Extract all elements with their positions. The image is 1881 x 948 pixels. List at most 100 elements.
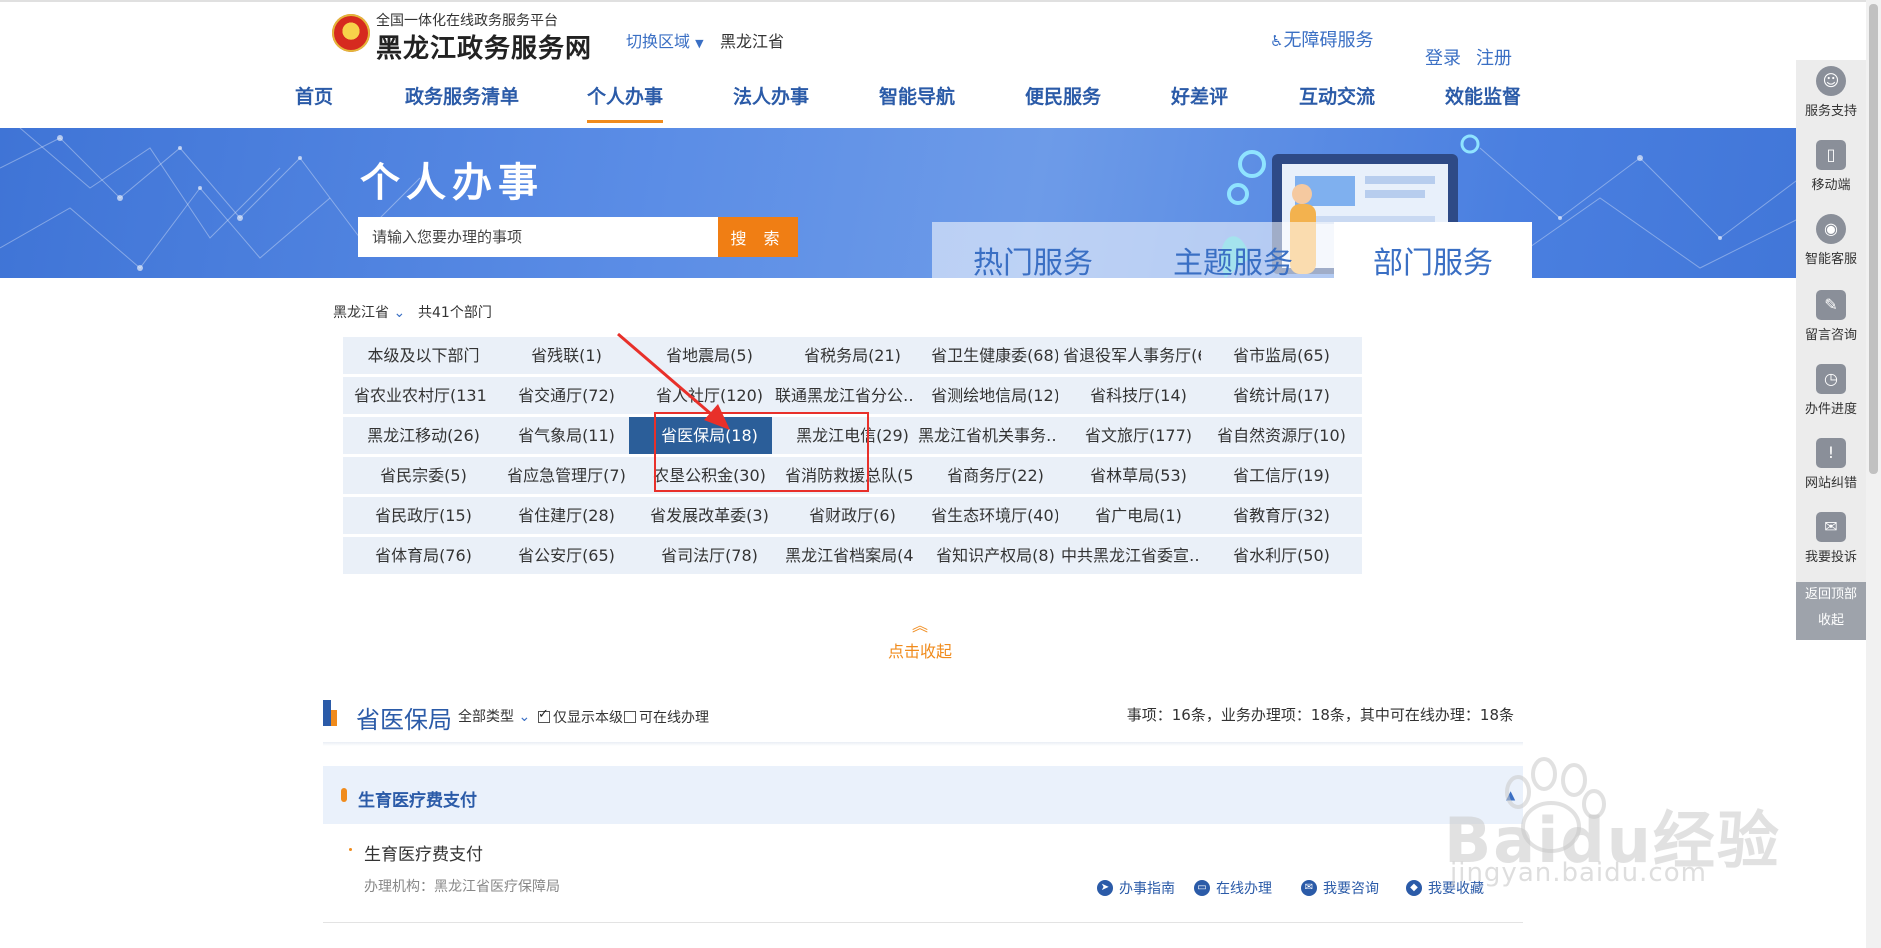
dept-cell[interactable]: 省消防救援总队(5) <box>772 457 933 494</box>
service-item-org: 办理机构：黑龙江省医疗保障局 <box>364 879 560 895</box>
tab-theme-services[interactable]: 主题服务 <box>1173 238 1293 282</box>
dept-cell[interactable]: 中共黑龙江省委宣传... <box>1058 537 1219 574</box>
sidebar-smart-service[interactable]: ◉ 智能客服 <box>1796 214 1866 267</box>
dept-cell[interactable]: 省林草局(53) <box>1058 457 1219 494</box>
section-marker <box>323 700 331 726</box>
checkbox-checked-icon <box>538 707 550 723</box>
dept-cell[interactable]: 省生态环境厅(40) <box>915 497 1076 534</box>
sidebar-mobile[interactable]: ▯ 移动端 <box>1796 140 1866 193</box>
dept-cell[interactable]: 黑龙江省机关事务管... <box>915 417 1076 454</box>
national-emblem-icon <box>332 14 370 52</box>
sidebar-progress[interactable]: ◷ 办件进度 <box>1796 364 1866 417</box>
nav-interaction[interactable]: 互动交流 <box>1299 82 1375 109</box>
dept-cell[interactable]: 省民宗委(5) <box>343 457 504 494</box>
sidebar-service-support[interactable]: ☺ 服务支持 <box>1796 66 1866 119</box>
sidebar-message[interactable]: ✎ 留言咨询 <box>1796 290 1866 343</box>
scrollbar-thumb[interactable] <box>1869 4 1878 474</box>
item-divider <box>323 922 1523 923</box>
double-chevron-up-icon[interactable]: ︽ <box>912 612 928 636</box>
dept-cell[interactable]: 省水利厅(50) <box>1201 537 1362 574</box>
region-switch-dropdown[interactable]: 切换区域 ▼ <box>626 28 704 52</box>
service-item-title[interactable]: 生育医疗费支付 <box>364 840 483 865</box>
nav-home[interactable]: 首页 <box>295 82 333 109</box>
dept-cell[interactable]: 省体育局(76) <box>343 537 504 574</box>
dept-cell[interactable]: 农垦公积金(30) <box>629 457 790 494</box>
dept-cell[interactable]: 黑龙江电信(29) <box>772 417 933 454</box>
item-group-title[interactable]: 生育医疗费支付 <box>358 786 477 811</box>
dept-cell[interactable]: 省工信厅(19) <box>1201 457 1362 494</box>
dept-cell[interactable]: 省发展改革委(3) <box>629 497 790 534</box>
dept-cell[interactable]: 省广电局(1) <box>1058 497 1219 534</box>
item-stats: 事项：16条，业务办理项：18条，其中可在线办理：18条 <box>1126 706 1514 724</box>
dept-cell[interactable]: 省商务厅(22) <box>915 457 1076 494</box>
nav-supervision[interactable]: 效能监督 <box>1445 82 1521 109</box>
dept-cell[interactable]: 省文旅厅(177) <box>1058 417 1219 454</box>
box-icon: ◆ <box>1406 880 1422 896</box>
login-link[interactable]: 登录 <box>1425 44 1461 70</box>
accessibility-link[interactable]: ♿无障碍服务 <box>1270 26 1373 52</box>
dept-cell[interactable]: 省农业农村厅(131) <box>343 377 504 414</box>
dept-cell[interactable]: 省财政厅(6) <box>772 497 933 534</box>
item-group-header[interactable] <box>323 766 1523 824</box>
only-this-level-checkbox[interactable]: 仅显示本级 <box>538 707 623 727</box>
region-current: 黑龙江省 <box>720 32 785 51</box>
consult-button[interactable]: ✉ 我要咨询 <box>1301 878 1379 898</box>
group-marker <box>341 788 347 802</box>
tab-hot-services[interactable]: 热门服务 <box>973 238 1093 282</box>
nav-convenience[interactable]: 便民服务 <box>1025 82 1101 109</box>
online-apply-button[interactable]: ▭ 在线办理 <box>1194 878 1272 898</box>
dept-cell[interactable]: 省退役军人事务厅(6) <box>1058 337 1219 374</box>
section-divider <box>323 742 1523 746</box>
dept-cell[interactable]: 省自然资源厅(10) <box>1201 417 1362 454</box>
logo-subtitle: 全国一体化在线政务服务平台 <box>376 13 558 29</box>
nav-rating[interactable]: 好差评 <box>1171 82 1228 109</box>
dept-cell[interactable]: 本级及以下部门 <box>343 337 504 374</box>
nav-smart-guide[interactable]: 智能导航 <box>879 82 955 109</box>
register-link[interactable]: 注册 <box>1476 44 1512 70</box>
sidebar-complaint[interactable]: ✉ 我要投诉 <box>1796 512 1866 565</box>
chat-icon: ✉ <box>1301 880 1317 896</box>
sidebar-collapse-button[interactable]: 收起 <box>1796 608 1866 634</box>
nav-service-list[interactable]: 政务服务清单 <box>405 82 519 109</box>
tab-department-services[interactable]: 部门服务 <box>1373 238 1493 282</box>
dept-cell[interactable]: 省卫生健康委(68) <box>915 337 1076 374</box>
collapse-link[interactable]: 点击收起 <box>888 638 952 662</box>
message-icon: ✎ <box>1816 290 1846 320</box>
clock-icon: ◷ <box>1816 364 1846 394</box>
envelope-icon: ✉ <box>1816 512 1846 542</box>
dept-cell[interactable]: 省知识产权局(8) <box>915 537 1076 574</box>
dept-cell[interactable]: 联通黑龙江省分公司... <box>772 377 933 414</box>
selected-dept-title: 省医保局 <box>356 706 452 734</box>
search-button[interactable]: 搜 索 <box>718 217 798 257</box>
dept-cell[interactable]: 省测绘地信局(12) <box>915 377 1076 414</box>
dept-cell[interactable]: 省市监局(65) <box>1201 337 1362 374</box>
robot-icon: ◉ <box>1816 214 1846 244</box>
dept-cell[interactable]: 省司法厅(78) <box>629 537 790 574</box>
bullet-icon <box>349 848 352 851</box>
dept-cell[interactable]: 省应急管理厅(7) <box>486 457 647 494</box>
dept-cell[interactable]: 省教育厅(32) <box>1201 497 1362 534</box>
sidebar-error-report[interactable]: ! 网站纠错 <box>1796 438 1866 491</box>
dept-cell[interactable]: 省统计局(17) <box>1201 377 1362 414</box>
guide-button[interactable]: ➤ 办事指南 <box>1097 878 1175 898</box>
nav-personal[interactable]: 个人办事 <box>587 82 663 109</box>
dept-cell[interactable]: 黑龙江省档案局(4) <box>772 537 933 574</box>
send-icon: ➤ <box>1097 880 1113 896</box>
dept-cell[interactable]: 省民政厅(15) <box>343 497 504 534</box>
dept-cell[interactable]: 省住建厅(28) <box>486 497 647 534</box>
dept-cell[interactable]: 黑龙江移动(26) <box>343 417 504 454</box>
search-input[interactable] <box>358 217 718 257</box>
chevron-down-icon: ⌄ <box>518 709 531 725</box>
annotation-arrow <box>617 332 730 430</box>
dept-cell[interactable]: 省公安厅(65) <box>486 537 647 574</box>
dept-cell[interactable]: 省科技厅(14) <box>1058 377 1219 414</box>
site-logo-title[interactable]: 黑龙江政务服务网 <box>376 28 592 65</box>
dept-cell[interactable]: 省税务局(21) <box>772 337 933 374</box>
dept-region-select[interactable]: 黑龙江省 ⌄ <box>333 302 405 322</box>
type-filter-dropdown[interactable]: 全部类型 ⌄ <box>458 706 530 726</box>
banner-title: 个人办事 <box>360 160 544 206</box>
nav-legal-person[interactable]: 法人办事 <box>733 82 809 109</box>
online-only-checkbox[interactable]: 可在线办理 <box>624 707 709 727</box>
section-marker-accent <box>331 710 337 726</box>
back-to-top-button[interactable]: 返回顶部 <box>1796 582 1866 608</box>
